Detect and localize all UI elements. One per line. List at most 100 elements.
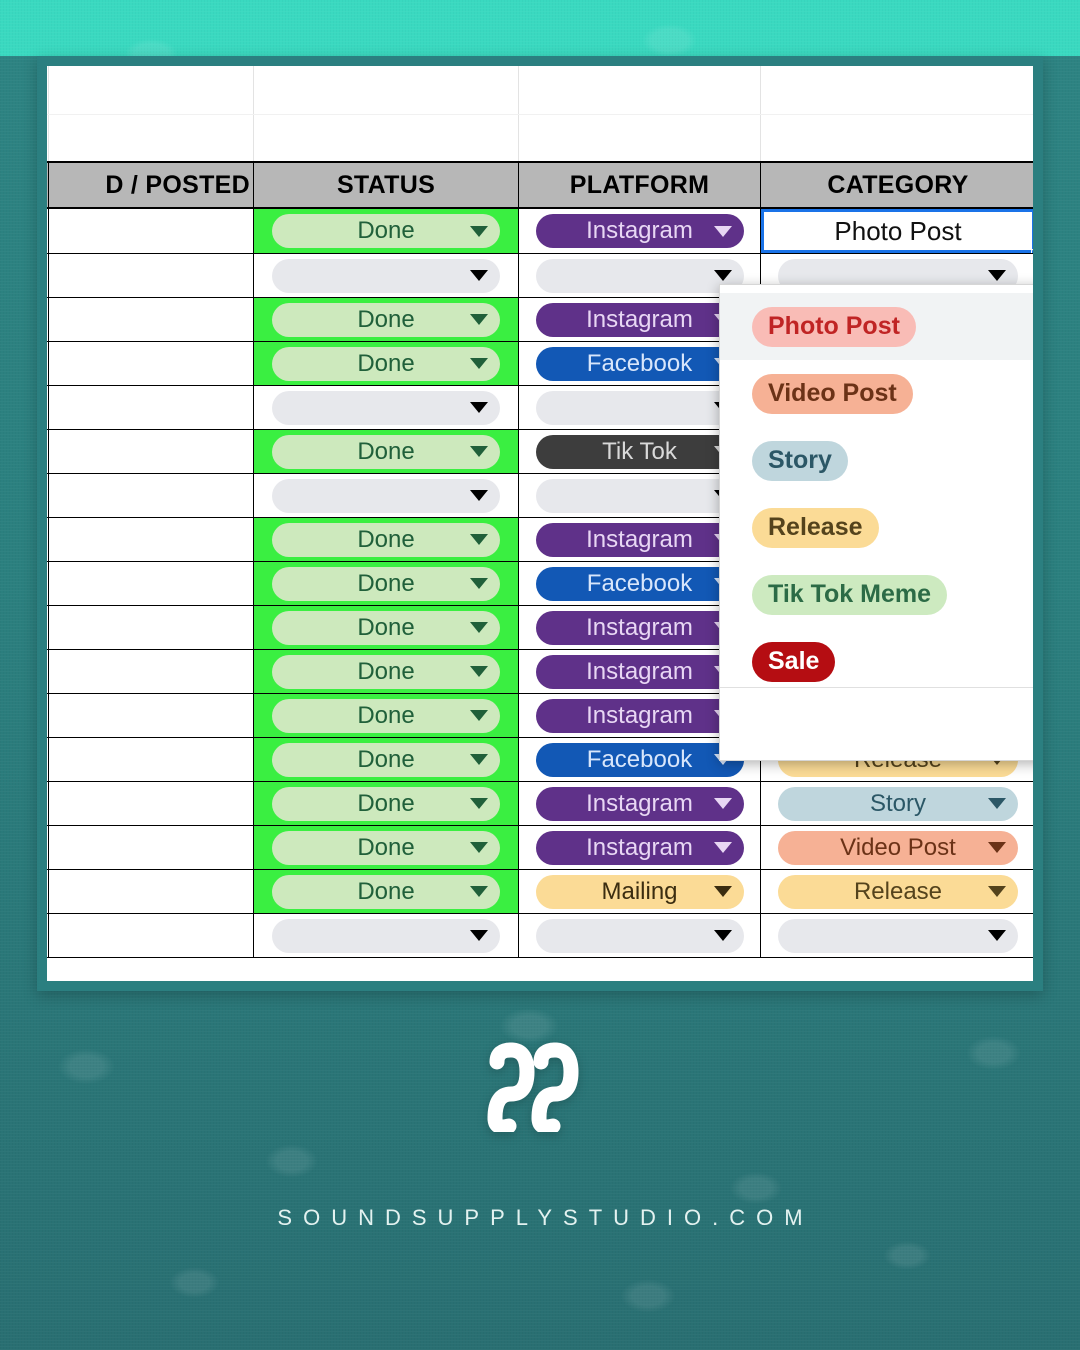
posted-date-cell[interactable]: [48, 341, 254, 386]
category-cell[interactable]: Video Post: [760, 825, 1033, 870]
status-chip[interactable]: Done: [272, 214, 500, 248]
dropdown-option-tik-tok-meme[interactable]: Tik Tok Meme: [720, 561, 1033, 628]
status-cell[interactable]: Done: [253, 517, 519, 562]
platform-cell[interactable]: Instagram: [518, 825, 761, 870]
posted-date-cell[interactable]: [48, 517, 254, 562]
posted-date-cell[interactable]: [48, 869, 254, 914]
posted-date-cell[interactable]: [48, 825, 254, 870]
chevron-down-icon[interactable]: [988, 270, 1006, 281]
posted-date-cell[interactable]: [48, 693, 254, 738]
platform-chip[interactable]: Instagram: [535, 698, 744, 733]
status-chip[interactable]: Done: [272, 566, 500, 601]
platform-cell[interactable]: Mailing: [518, 869, 761, 914]
table-row[interactable]: ✔DoneInstagramPhoto Post: [47, 207, 1033, 254]
status-cell[interactable]: Done: [253, 605, 519, 650]
dropdown-option-release[interactable]: Release: [720, 494, 1033, 561]
chevron-down-icon[interactable]: [713, 225, 732, 237]
status-chip[interactable]: Done: [272, 830, 500, 865]
chevron-down-icon[interactable]: [470, 225, 488, 237]
platform-chip[interactable]: Instagram: [535, 302, 744, 337]
chevron-down-icon[interactable]: [713, 886, 732, 897]
status-chip[interactable]: Done: [272, 742, 500, 777]
posted-date-cell[interactable]: [48, 473, 254, 518]
posted-date-cell[interactable]: [48, 207, 254, 254]
platform-chip[interactable]: Facebook: [535, 346, 744, 381]
status-cell[interactable]: Done: [253, 341, 519, 386]
status-chip[interactable]: [272, 258, 500, 293]
status-chip[interactable]: Done: [272, 786, 500, 821]
platform-cell[interactable]: [518, 913, 761, 958]
status-cell[interactable]: Done: [253, 825, 519, 870]
category-chip[interactable]: [778, 918, 1018, 953]
chevron-down-icon[interactable]: [470, 666, 488, 677]
category-cell[interactable]: Photo Post: [760, 207, 1033, 254]
status-chip[interactable]: Done: [272, 610, 500, 645]
status-cell[interactable]: Done: [253, 207, 519, 254]
status-cell[interactable]: Done: [253, 693, 519, 738]
category-chip[interactable]: Video Post: [778, 830, 1018, 865]
chevron-down-icon[interactable]: [470, 490, 488, 501]
table-row[interactable]: ✔DoneInstagramVideo Post: [47, 825, 1033, 870]
table-row[interactable]: ☐: [47, 913, 1033, 958]
status-cell[interactable]: [253, 913, 519, 958]
posted-date-cell[interactable]: [48, 297, 254, 342]
chevron-down-icon[interactable]: [470, 358, 488, 369]
column-header-category[interactable]: CATEGORY: [760, 161, 1033, 209]
posted-date-cell[interactable]: [48, 781, 254, 826]
status-chip[interactable]: Done: [272, 522, 500, 557]
table-row[interactable]: ✔DoneMailingRelease: [47, 869, 1033, 914]
platform-chip[interactable]: [535, 258, 744, 293]
status-chip[interactable]: Done: [272, 698, 500, 733]
status-chip[interactable]: Done: [272, 654, 500, 689]
table-row[interactable]: ✔DoneInstagramStory: [47, 781, 1033, 826]
platform-chip[interactable]: Instagram: [535, 522, 744, 557]
chevron-down-icon[interactable]: [470, 578, 488, 589]
platform-cell[interactable]: Instagram: [518, 781, 761, 826]
platform-chip[interactable]: Mailing: [535, 874, 744, 909]
platform-chip[interactable]: Instagram: [535, 654, 744, 689]
status-chip[interactable]: [272, 478, 500, 513]
chevron-down-icon[interactable]: [713, 842, 732, 853]
status-chip[interactable]: [272, 390, 500, 425]
chevron-down-icon[interactable]: [713, 798, 732, 809]
status-cell[interactable]: Done: [253, 429, 519, 474]
status-cell[interactable]: [253, 385, 519, 430]
chevron-down-icon[interactable]: [470, 534, 488, 545]
posted-date-cell[interactable]: [48, 737, 254, 782]
dropdown-option-sale[interactable]: Sale: [720, 628, 1033, 695]
status-cell[interactable]: [253, 473, 519, 518]
chevron-down-icon[interactable]: [470, 270, 488, 281]
posted-date-cell[interactable]: [48, 605, 254, 650]
platform-chip[interactable]: [535, 390, 744, 425]
status-cell[interactable]: Done: [253, 781, 519, 826]
status-cell[interactable]: Done: [253, 649, 519, 694]
status-chip[interactable]: Done: [272, 346, 500, 381]
category-cell[interactable]: [760, 913, 1033, 958]
chevron-down-icon[interactable]: [713, 270, 732, 281]
status-cell[interactable]: Done: [253, 869, 519, 914]
platform-cell[interactable]: Instagram: [518, 207, 761, 254]
chevron-down-icon[interactable]: [470, 402, 488, 413]
category-cell[interactable]: Story: [760, 781, 1033, 826]
platform-chip[interactable]: Instagram: [535, 786, 744, 821]
dropdown-option-list[interactable]: Photo Post Video Post Story Release Tik Tok …: [720, 285, 1033, 695]
posted-date-cell[interactable]: [48, 649, 254, 694]
platform-chip[interactable]: Instagram: [535, 610, 744, 645]
category-chip[interactable]: Release: [778, 874, 1018, 909]
chevron-down-icon[interactable]: [470, 622, 488, 633]
posted-date-cell[interactable]: [48, 385, 254, 430]
status-cell[interactable]: [253, 253, 519, 298]
platform-chip[interactable]: Tik Tok: [535, 434, 744, 469]
dropdown-option-story[interactable]: Story: [720, 427, 1033, 494]
chevron-down-icon[interactable]: [988, 886, 1006, 897]
column-header-platform[interactable]: PLATFORM: [518, 161, 761, 209]
status-cell[interactable]: Done: [253, 561, 519, 606]
chevron-down-icon[interactable]: [470, 314, 488, 325]
status-cell[interactable]: Done: [253, 297, 519, 342]
platform-chip[interactable]: Facebook: [535, 742, 744, 777]
dropdown-option-video-post[interactable]: Video Post: [720, 360, 1033, 427]
chevron-down-icon[interactable]: [470, 842, 488, 853]
posted-date-cell[interactable]: [48, 561, 254, 606]
fill-handle[interactable]: [1031, 249, 1033, 253]
category-dropdown-menu[interactable]: Photo Post Video Post Story Release Tik Tok …: [719, 284, 1033, 761]
